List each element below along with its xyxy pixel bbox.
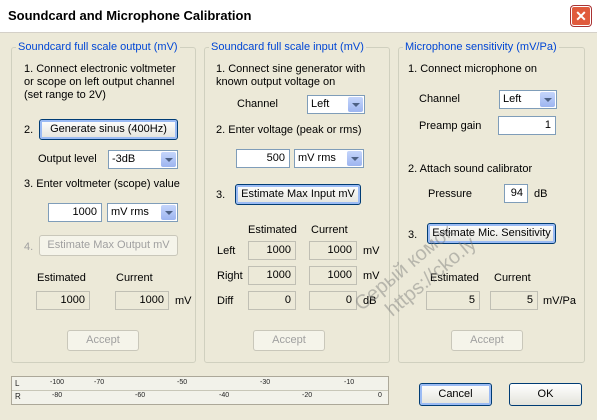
chevron-down-icon — [161, 152, 176, 167]
output-level-value: -3dB — [112, 153, 136, 165]
meter-tick: -40 — [219, 392, 230, 399]
window-title: Soundcard and Microphone Calibration — [8, 8, 252, 23]
meter-left-label: L — [15, 379, 20, 388]
output-estimated-value: 1000 — [36, 291, 90, 310]
output-step1: 1. Connect electronic voltmeter or scope… — [24, 63, 176, 101]
mic-channel-value: Left — [503, 93, 522, 105]
input-current-header: Current — [311, 224, 348, 236]
mic-estimated-value: 5 — [426, 291, 480, 310]
meter-tick: -100 — [50, 379, 65, 386]
title-bar: Soundcard and Microphone Calibration ✕ — [0, 0, 597, 33]
mic-current-value: 5 — [490, 291, 538, 310]
input-unit-select[interactable]: mV rms — [294, 149, 364, 168]
mic-pressure-label: Pressure — [428, 188, 473, 200]
meter-tick: -80 — [52, 392, 63, 399]
mic-step2: 2. Attach sound calibrator — [408, 163, 533, 175]
close-icon: ✕ — [575, 8, 587, 24]
meter-tick: -20 — [302, 392, 313, 399]
input-voltage-input[interactable]: 500 — [236, 149, 290, 168]
meter-tick: 0 — [378, 392, 382, 399]
input-estimated-header: Estimated — [248, 224, 297, 236]
mic-channel-label: Channel — [419, 93, 460, 105]
output-step2-num: 2. — [24, 124, 34, 136]
input-row-estimated: 1000 — [248, 266, 296, 285]
output-level-label: Output level — [38, 153, 97, 165]
input-channel-value: Left — [311, 98, 330, 110]
input-row-estimated: 1000 — [248, 241, 296, 260]
output-level-select[interactable]: -3dB — [108, 150, 178, 169]
output-unit-label: mV — [175, 295, 192, 307]
meter-right-label: R — [15, 392, 21, 401]
mic-step3-num: 3. — [408, 229, 418, 241]
level-meter: L -100 -70 -50 -30 -10 R -80 -60 -40 -20… — [11, 376, 389, 405]
mic-step1: 1. Connect microphone on — [408, 63, 538, 75]
input-row-label: Diff — [217, 295, 234, 307]
input-row-unit: mV — [363, 245, 380, 257]
output-step4-num: 4. — [24, 241, 34, 253]
output-step3: 3. Enter voltmeter (scope) value — [24, 178, 180, 190]
input-row-current: 0 — [309, 291, 357, 310]
input-row-estimated: 0 — [248, 291, 296, 310]
input-channel-label: Channel — [237, 98, 278, 110]
input-unit-value: mV rms — [298, 152, 336, 164]
chevron-down-icon — [161, 205, 176, 220]
estimate-max-input-button[interactable]: Estimate Max Input mV — [235, 184, 361, 205]
input-group-title: Soundcard full scale input (mV) — [209, 41, 366, 53]
close-button[interactable]: ✕ — [571, 6, 591, 26]
mic-gain-label: Preamp gain — [419, 120, 482, 132]
meter-tick: -70 — [94, 379, 105, 386]
meter-tick: -50 — [177, 379, 188, 386]
mic-pressure-unit: dB — [534, 188, 548, 200]
output-unit-select[interactable]: mV rms — [107, 203, 178, 222]
estimate-max-output-button[interactable]: Estimate Max Output mV — [39, 235, 178, 256]
meter-tick: -30 — [260, 379, 271, 386]
input-row-current: 1000 — [309, 241, 357, 260]
ok-button[interactable]: OK — [509, 383, 582, 406]
input-accept-button[interactable]: Accept — [253, 330, 325, 351]
chevron-down-icon — [348, 97, 363, 112]
output-current-header: Current — [116, 272, 153, 284]
output-current-value: 1000 — [115, 291, 169, 310]
mic-pressure-input[interactable]: 94 — [504, 184, 528, 203]
meter-tick: -60 — [135, 392, 146, 399]
meter-tick: -10 — [344, 379, 355, 386]
output-unit-value: mV rms — [111, 206, 149, 218]
mic-accept-button[interactable]: Accept — [451, 330, 523, 351]
mic-gain-input[interactable]: 1 — [498, 116, 556, 135]
meter-right-row: R -80 -60 -40 -20 0 — [12, 391, 388, 404]
input-row-label: Right — [217, 270, 243, 282]
mic-unit-label: mV/Pa — [543, 295, 577, 307]
input-row-current: 1000 — [309, 266, 357, 285]
mic-current-header: Current — [494, 272, 531, 284]
generate-sinus-button[interactable]: Generate sinus (400Hz) — [39, 119, 178, 140]
output-estimated-header: Estimated — [37, 272, 86, 284]
input-step1: 1. Connect sine generator with known out… — [216, 63, 366, 88]
input-channel-select[interactable]: Left — [307, 95, 365, 114]
input-row-label: Left — [217, 245, 236, 257]
mic-channel-select[interactable]: Left — [499, 90, 557, 109]
output-voltage-input[interactable]: 1000 — [48, 203, 102, 222]
mic-group-title: Microphone sensitivity (mV/Pa) — [403, 41, 559, 53]
output-accept-button[interactable]: Accept — [67, 330, 139, 351]
cancel-button[interactable]: Cancel — [419, 383, 492, 406]
output-group-title: Soundcard full scale output (mV) — [16, 41, 180, 53]
chevron-down-icon — [540, 92, 555, 107]
meter-left-row: L -100 -70 -50 -30 -10 — [12, 377, 388, 391]
input-step3-num: 3. — [216, 189, 226, 201]
chevron-down-icon — [347, 151, 362, 166]
input-step2: 2. Enter voltage (peak or rms) — [216, 124, 362, 136]
